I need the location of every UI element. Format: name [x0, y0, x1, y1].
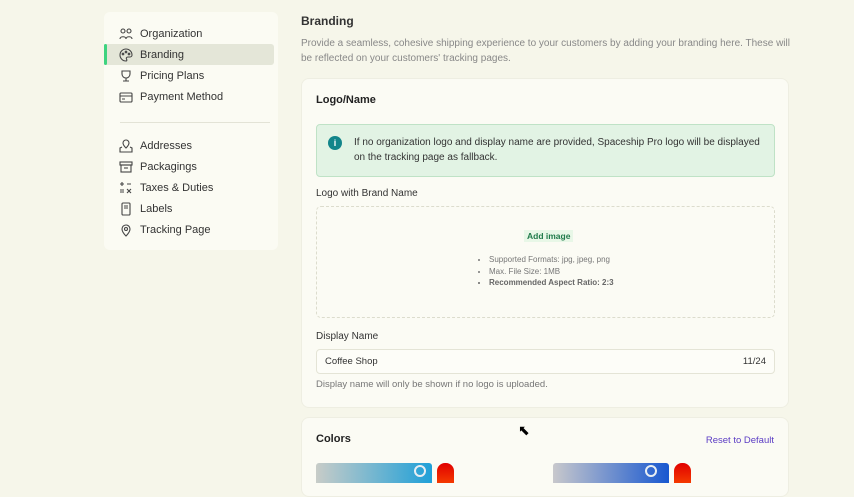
map-pin-icon [119, 139, 133, 153]
credit-card-icon [119, 90, 133, 104]
users-icon [119, 27, 133, 41]
sidebar-item-label: Tracking Page [140, 223, 211, 236]
requirement-item: Recommended Aspect Ratio: 2:3 [489, 277, 614, 289]
archive-box-icon [119, 160, 133, 174]
palette-icon [119, 47, 133, 62]
alert-text: If no organization logo and display name… [354, 137, 760, 163]
color-picker-handle[interactable] [414, 465, 426, 477]
hue-slider[interactable] [674, 463, 691, 483]
char-count: 11/24 [742, 356, 766, 367]
card-title: Logo/Name [316, 94, 376, 106]
mouse-cursor-icon: ⬉ [518, 422, 530, 438]
requirement-item: Max. File Size: 1MB [489, 266, 614, 278]
sidebar-item-label: Taxes & Duties [140, 181, 214, 194]
logo-label: Logo with Brand Name [316, 188, 418, 199]
reset-to-default-link[interactable]: Reset to Default [706, 435, 774, 446]
display-name-value: Coffee Shop [325, 356, 378, 367]
page-title: Branding [301, 14, 354, 28]
logo-dropzone[interactable]: Add image Supported Formats: jpg, jpeg, … [316, 206, 775, 318]
color-picker-primary[interactable] [316, 463, 432, 483]
info-icon: i [328, 136, 342, 150]
sidebar-item-addresses[interactable]: Addresses [104, 135, 274, 156]
trophy-icon [119, 69, 133, 83]
sidebar-item-pricing-plans[interactable]: Pricing Plans [104, 65, 274, 86]
sidebar-item-labels[interactable]: Labels [104, 198, 274, 219]
display-name-input[interactable]: Coffee Shop 11/24 [316, 349, 775, 374]
sidebar-item-packagings[interactable]: Packagings [104, 156, 274, 177]
colors-card: Colors Reset to Default [301, 417, 789, 497]
sidebar-item-payment-method[interactable]: Payment Method [104, 86, 274, 107]
label-icon [119, 201, 133, 216]
sidebar-item-label: Organization [140, 27, 203, 40]
info-alert: i If no organization logo and display na… [316, 124, 775, 177]
add-image-button[interactable]: Add image [524, 230, 574, 242]
sidebar-item-label: Packagings [140, 160, 197, 173]
requirements-list: Supported Formats: jpg, jpeg, png Max. F… [481, 254, 614, 289]
sidebar-item-label: Branding [140, 48, 185, 61]
sidebar-divider [120, 122, 270, 123]
page-description: Provide a seamless, cohesive shipping ex… [301, 38, 790, 64]
hue-slider[interactable] [437, 463, 454, 483]
display-name-label: Display Name [316, 331, 379, 342]
sidebar-item-label: Payment Method [140, 90, 224, 103]
sidebar-item-label: Addresses [140, 139, 192, 152]
logo-name-card: Logo/Name i If no organization logo and … [301, 78, 789, 408]
display-name-hint: Display name will only be shown if no lo… [316, 379, 548, 390]
sidebar-item-branding[interactable]: Branding [104, 44, 274, 65]
sidebar-item-tracking-page[interactable]: Tracking Page [104, 219, 274, 240]
color-picker-handle[interactable] [645, 465, 657, 477]
color-picker-secondary[interactable] [553, 463, 669, 483]
requirement-item: Supported Formats: jpg, jpeg, png [489, 254, 614, 266]
sidebar-item-label: Labels [140, 202, 173, 215]
settings-sidebar: Organization Branding Pricing Plans Paym… [104, 12, 278, 250]
sidebar-item-taxes-duties[interactable]: Taxes & Duties [104, 177, 274, 198]
card-title: Colors [316, 433, 351, 445]
sidebar-item-organization[interactable]: Organization [104, 23, 274, 44]
location-icon [119, 223, 133, 237]
sidebar-item-label: Pricing Plans [140, 69, 205, 82]
calculator-icon [119, 181, 133, 195]
